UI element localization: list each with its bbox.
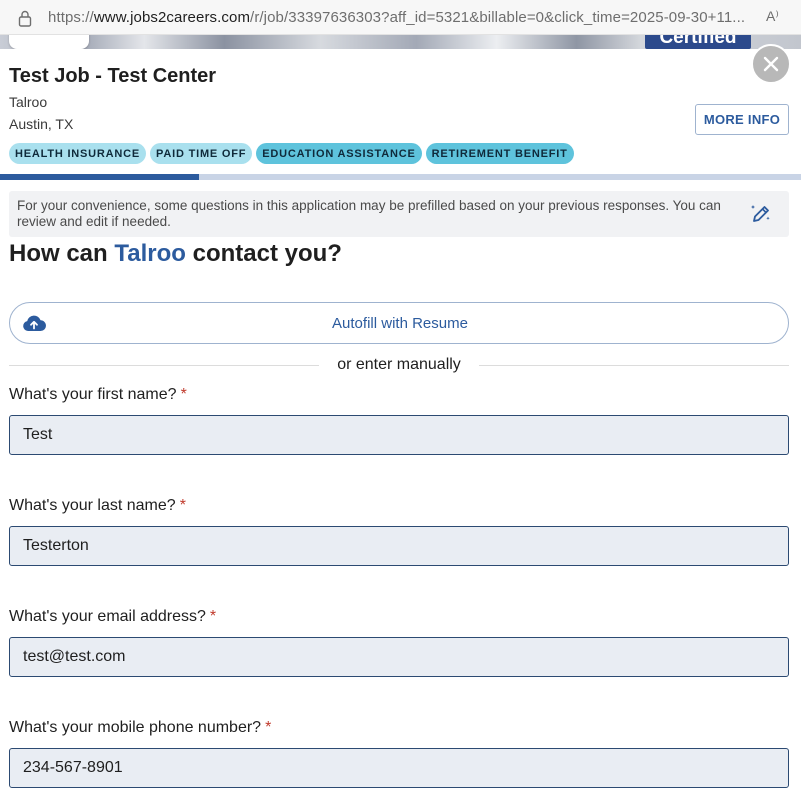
edit-icon[interactable] [750, 203, 772, 225]
autofill-label: Autofill with Resume [332, 315, 468, 332]
page: https://www.jobs2careers.com/r/job/33397… [0, 0, 801, 801]
required-marker: * [180, 386, 187, 403]
last-name-label: What's your last name? * [9, 497, 186, 515]
browser-address-bar[interactable]: https://www.jobs2careers.com/r/job/33397… [0, 0, 801, 35]
first-name-label: What's your first name? * [9, 386, 187, 404]
manual-entry-divider: or enter manually [9, 356, 789, 376]
job-title: Test Job - Test Center [9, 65, 217, 87]
heading-suffix: contact you? [185, 240, 342, 267]
benefit-tag: HEALTH INSURANCE [9, 143, 147, 164]
required-marker: * [209, 608, 217, 625]
email-label-text: What's your email address? [9, 608, 206, 625]
phone-label-text: What's your mobile phone number? [9, 719, 262, 736]
url-host: www.jobs2careers.com [93, 9, 251, 26]
form-heading: How can Talroo contact you? [9, 240, 342, 268]
phone-label: What's your mobile phone number? * [9, 719, 271, 737]
divider-line-right [479, 365, 789, 366]
phone-input[interactable] [9, 748, 789, 788]
email-label: What's your email address? * [9, 608, 216, 626]
prefill-notice: For your convenience, some questions in … [9, 191, 789, 237]
heading-company: Talroo [114, 240, 186, 267]
job-location: Austin, TX [9, 116, 74, 132]
required-marker: * [265, 719, 272, 736]
last-name-label-text: What's your last name? [9, 497, 176, 514]
prefill-notice-text: For your convenience, some questions in … [17, 198, 721, 229]
first-name-input[interactable] [9, 415, 789, 455]
required-marker: * [179, 497, 186, 514]
lock-icon [18, 10, 32, 27]
close-button[interactable] [751, 44, 791, 84]
heading-prefix: How can [9, 240, 115, 267]
url-text[interactable]: https://www.jobs2careers.com/r/job/33397… [48, 9, 758, 26]
benefit-tags: HEALTH INSURANCE PAID TIME OFF EDUCATION… [9, 143, 574, 164]
email-input[interactable] [9, 637, 789, 677]
more-info-button[interactable]: MORE INFO [695, 104, 789, 135]
job-banner-image: Certified [0, 35, 801, 49]
benefit-tag: RETIREMENT BENEFIT [425, 143, 574, 164]
read-aloud-icon[interactable]: A⁾ [766, 8, 779, 25]
autofill-with-resume-button[interactable]: Autofill with Resume [9, 302, 789, 344]
first-name-label-text: What's your first name? [9, 386, 177, 403]
application-progress-bar [0, 174, 801, 180]
company-logo-card [9, 35, 89, 49]
benefit-tag: EDUCATION ASSISTANCE [256, 143, 422, 164]
close-icon [763, 56, 779, 72]
benefit-tag: PAID TIME OFF [150, 143, 253, 164]
url-path: /r/job/33397636303?aff_id=5321&billable=… [250, 9, 746, 26]
url-prefix: https:// [48, 9, 94, 26]
company-name: Talroo [9, 94, 48, 110]
progress-bar-fill [0, 174, 199, 180]
certified-badge: Certified [645, 35, 751, 49]
last-name-input[interactable] [9, 526, 789, 566]
